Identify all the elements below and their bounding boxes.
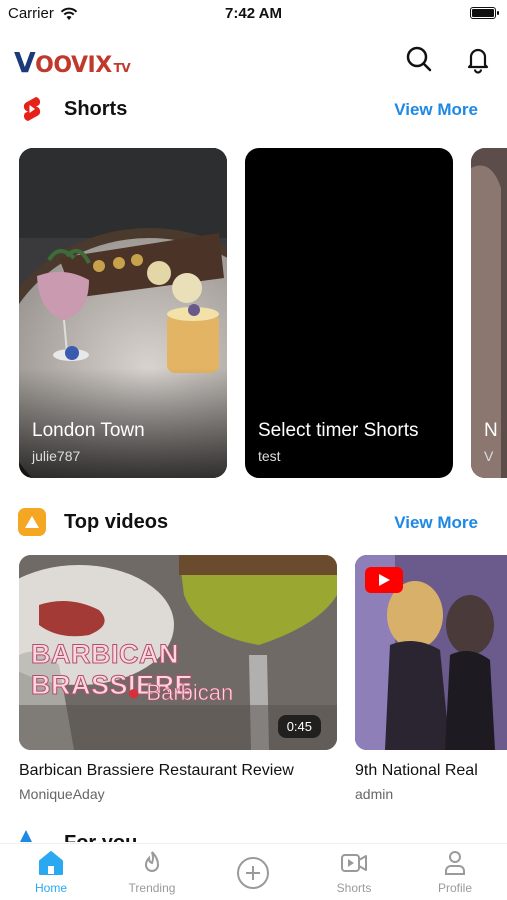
duration-badge: 0:45 xyxy=(277,715,321,738)
for-you-section-header: For you xyxy=(20,828,220,842)
tab-create[interactable] xyxy=(213,856,293,890)
thumbnail-overlay-location: ● Barbican xyxy=(127,680,234,706)
notifications-button[interactable] xyxy=(463,44,493,74)
short-author: V xyxy=(484,448,494,464)
tab-profile-label: Profile xyxy=(437,881,472,895)
short-card[interactable]: London Town julie787 xyxy=(19,148,227,478)
short-card[interactable]: N V xyxy=(471,148,507,478)
shorts-logo-icon xyxy=(23,97,41,121)
for-you-title: For you xyxy=(64,832,137,842)
short-card[interactable]: Select timer Shorts test xyxy=(245,148,453,478)
top-videos-carousel[interactable]: BARBICAN BRASSIERE ● Barbican 0:45 Barbi… xyxy=(19,555,507,805)
video-thumbnail: BARBICAN BRASSIERE ● Barbican 0:45 xyxy=(19,555,337,750)
video-card[interactable]: BARBICAN BRASSIERE ● Barbican 0:45 Barbi… xyxy=(19,555,337,802)
top-videos-view-more-link[interactable]: View More xyxy=(394,513,478,533)
video-author: MoniqueAday xyxy=(19,786,105,802)
shorts-section-header: Shorts View More xyxy=(0,92,507,126)
search-button[interactable] xyxy=(404,44,434,74)
tab-shorts[interactable]: Shorts xyxy=(314,850,394,895)
top-videos-icon xyxy=(18,508,46,536)
app-header: VOOVIX TV xyxy=(0,40,507,84)
status-bar: Carrier 7:42 AM xyxy=(0,0,507,30)
video-title: 9th National Real xyxy=(355,762,478,779)
video-camera-icon xyxy=(341,854,367,872)
tab-home[interactable]: Home xyxy=(11,850,91,895)
shorts-carousel[interactable]: London Town julie787 Select timer Shorts… xyxy=(19,148,507,478)
video-thumbnail xyxy=(355,555,507,750)
bell-icon xyxy=(467,48,489,74)
top-videos-section-header: Top videos View More xyxy=(0,505,507,539)
short-title: Select timer Shorts xyxy=(258,420,419,441)
short-author: julie787 xyxy=(32,448,81,464)
home-icon xyxy=(39,851,63,875)
search-icon xyxy=(406,46,432,72)
tab-trending[interactable]: Trending xyxy=(112,850,192,895)
shorts-view-more-link[interactable]: View More xyxy=(394,100,478,120)
battery-icon xyxy=(470,7,499,19)
video-card[interactable]: 9th National Real admin xyxy=(355,555,507,802)
user-icon xyxy=(445,851,465,875)
shorts-title: Shorts xyxy=(64,98,128,120)
video-author: admin xyxy=(355,786,394,802)
top-videos-title: Top videos xyxy=(64,511,169,533)
short-title: N xyxy=(484,420,498,441)
app-logo[interactable]: VOOVIX TV xyxy=(14,46,131,79)
for-you-icon xyxy=(20,830,32,842)
tab-home-label: Home xyxy=(34,881,67,895)
video-title: Barbican Brassiere Restaurant Review xyxy=(19,762,294,779)
plus-circle-icon xyxy=(237,857,269,889)
tab-trending-label: Trending xyxy=(128,881,176,895)
tab-shorts-label: Shorts xyxy=(336,881,372,895)
status-time: 7:42 AM xyxy=(225,5,282,22)
tab-profile[interactable]: Profile xyxy=(415,850,495,895)
short-title: London Town xyxy=(32,420,145,441)
bottom-tab-bar: Home Trending Shorts Profile xyxy=(0,843,507,900)
flame-icon xyxy=(144,851,160,872)
pin-icon: ● xyxy=(127,680,141,705)
short-author: test xyxy=(258,448,281,464)
thumbnail-image xyxy=(355,555,507,750)
